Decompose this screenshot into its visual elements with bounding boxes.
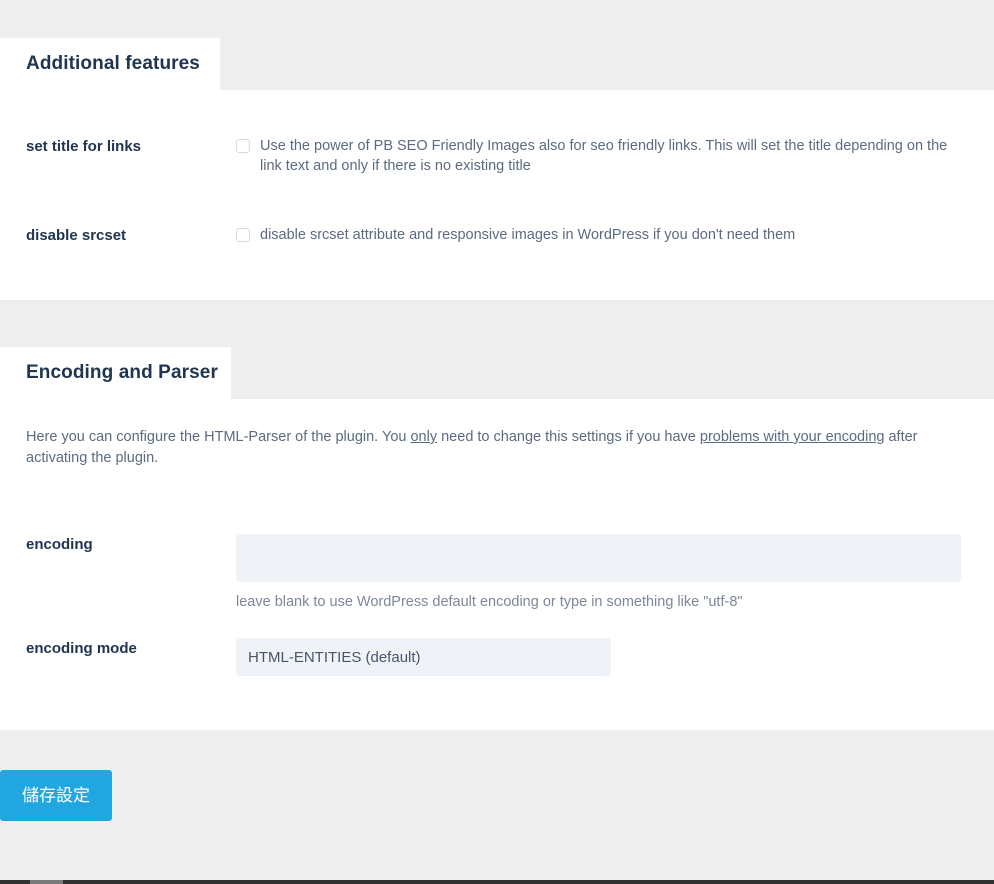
encoding-intro-underline-problems: problems with your encoding [699, 429, 885, 445]
panel-gap [0, 300, 994, 347]
tab-encoding-and-parser-label: Encoding and Parser [26, 362, 218, 383]
encoding-and-parser-body: Here you can configure the HTML-Parser o… [0, 399, 994, 730]
row-disable-srcset: disable srcset disable srcset attribute … [0, 225, 994, 246]
tab-encoding-and-parser[interactable]: Encoding and Parser [0, 347, 231, 399]
encoding-intro-part2: need to change this settings if you have [437, 429, 700, 445]
horizontal-scrollbar[interactable] [0, 880, 994, 884]
encoding-hint: leave blank to use WordPress default enc… [236, 594, 743, 610]
set-title-for-links-checkbox[interactable] [236, 139, 250, 153]
save-settings-button[interactable]: 儲存設定 [0, 770, 112, 821]
encoding-and-parser-panel: Encoding and Parser Here you can configu… [0, 347, 994, 730]
additional-features-body: set title for links Use the power of PB … [0, 90, 994, 300]
tab-additional-features[interactable]: Additional features [0, 38, 220, 90]
form-footer: 儲存設定 [0, 730, 994, 821]
encoding-intro-part1: Here you can configure the HTML-Parser o… [26, 429, 411, 445]
encoding-mode-selected-value: HTML-ENTITIES (default) [248, 648, 421, 666]
field-encoding-mode: HTML-ENTITIES (default) [236, 638, 994, 676]
row-encoding: encoding leave blank to use WordPress de… [0, 534, 994, 612]
horizontal-scrollbar-thumb[interactable] [30, 880, 63, 884]
disable-srcset-description: disable srcset attribute and responsive … [260, 227, 796, 243]
encoding-intro-underline-only: only [410, 429, 438, 445]
panel-tab-bar-encoding: Encoding and Parser [0, 347, 994, 399]
row-set-title-for-links: set title for links Use the power of PB … [0, 136, 994, 176]
encoding-mode-select[interactable]: HTML-ENTITIES (default) [236, 638, 611, 676]
checkbox-line-disable-srcset[interactable]: disable srcset attribute and responsive … [236, 225, 964, 245]
field-disable-srcset: disable srcset attribute and responsive … [236, 225, 994, 245]
encoding-intro-paragraph: Here you can configure the HTML-Parser o… [0, 427, 966, 469]
label-disable-srcset: disable srcset [26, 227, 127, 244]
label-encoding: encoding [26, 536, 93, 553]
additional-features-panel: Additional features set title for links … [0, 38, 994, 300]
label-set-title-for-links: set title for links [26, 138, 142, 155]
field-encoding: leave blank to use WordPress default enc… [236, 534, 994, 612]
row-encoding-mode: encoding mode HTML-ENTITIES (default) [0, 638, 994, 676]
disable-srcset-checkbox[interactable] [236, 228, 250, 242]
checkbox-line-set-title-for-links[interactable]: Use the power of PB SEO Friendly Images … [236, 136, 964, 176]
set-title-for-links-description: Use the power of PB SEO Friendly Images … [260, 138, 948, 174]
field-set-title-for-links: Use the power of PB SEO Friendly Images … [236, 136, 994, 176]
label-encoding-mode: encoding mode [26, 640, 137, 657]
panel-tab-bar-additional-features: Additional features [0, 38, 994, 90]
tab-additional-features-label: Additional features [26, 53, 200, 74]
encoding-input[interactable] [236, 534, 961, 582]
